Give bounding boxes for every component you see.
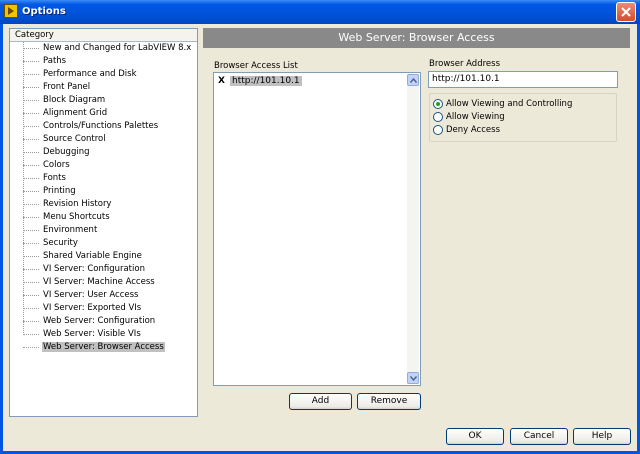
remove-button[interactable]: Remove xyxy=(357,393,421,410)
category-header: Category xyxy=(10,29,197,42)
category-item-label: Alignment Grid xyxy=(43,108,108,118)
category-item[interactable]: Security xyxy=(10,237,197,250)
deny-access-radio[interactable]: Deny Access xyxy=(433,124,500,136)
radio-icon xyxy=(433,125,443,135)
category-item[interactable]: Front Panel xyxy=(10,81,197,94)
browser-address-label: Browser Address xyxy=(429,59,500,69)
category-item[interactable]: Alignment Grid xyxy=(10,107,197,120)
radio-label: Deny Access xyxy=(446,125,500,135)
access-options: Allow Viewing and Controlling Allow View… xyxy=(429,93,617,142)
radio-label: Allow Viewing and Controlling xyxy=(446,99,573,109)
category-item[interactable]: Menu Shortcuts xyxy=(10,211,197,224)
close-button[interactable] xyxy=(616,2,636,22)
scroll-down-button[interactable] xyxy=(407,372,419,384)
category-item[interactable]: Colors xyxy=(10,159,197,172)
access-marker: X xyxy=(218,76,225,86)
category-item[interactable]: Controls/Functions Palettes xyxy=(10,120,197,133)
category-item[interactable]: Paths xyxy=(10,55,197,68)
category-item-label: VI Server: User Access xyxy=(43,290,139,300)
window-title: Options xyxy=(22,6,66,17)
ok-button[interactable]: OK xyxy=(446,428,504,445)
category-item-label: VI Server: Exported VIs xyxy=(43,303,142,313)
category-item-label: Paths xyxy=(43,56,67,66)
add-button[interactable]: Add xyxy=(289,393,352,410)
radio-icon xyxy=(433,99,443,109)
category-item[interactable]: Debugging xyxy=(10,146,197,159)
allow-viewing-radio[interactable]: Allow Viewing xyxy=(433,111,505,123)
access-list-item[interactable]: Xhttp://101.10.1 xyxy=(218,75,302,87)
title-bar[interactable]: Options xyxy=(0,0,640,24)
category-item[interactable]: VI Server: Machine Access xyxy=(10,276,197,289)
scroll-up-button[interactable] xyxy=(407,74,419,86)
radio-label: Allow Viewing xyxy=(446,112,505,122)
category-item[interactable]: Performance and Disk xyxy=(10,68,197,81)
category-item-label: Printing xyxy=(43,186,76,196)
category-item-label: VI Server: Configuration xyxy=(43,264,145,274)
category-item-label: Environment xyxy=(43,225,98,235)
category-item-label: Web Server: Visible VIs xyxy=(43,329,141,339)
allow-viewing-and-controlling-radio[interactable]: Allow Viewing and Controlling xyxy=(433,98,572,110)
category-item-label: Web Server: Browser Access xyxy=(42,342,165,352)
category-item[interactable]: New and Changed for LabVIEW 8.x xyxy=(10,42,197,55)
category-item-label: Source Control xyxy=(43,134,106,144)
category-item[interactable]: Web Server: Browser Access xyxy=(10,341,197,354)
category-item[interactable]: VI Server: Configuration xyxy=(10,263,197,276)
category-item-label: Fonts xyxy=(43,173,66,183)
labview-icon xyxy=(4,4,18,18)
category-item[interactable]: Web Server: Visible VIs xyxy=(10,328,197,341)
help-button[interactable]: Help xyxy=(573,428,631,445)
category-item[interactable]: Fonts xyxy=(10,172,197,185)
browser-access-list[interactable]: Xhttp://101.10.1 xyxy=(213,72,421,386)
list-scrollbar[interactable] xyxy=(407,74,419,384)
category-item-label: Front Panel xyxy=(43,82,91,92)
window-border-left xyxy=(0,24,3,454)
category-item-label: Menu Shortcuts xyxy=(43,212,110,222)
category-item[interactable]: Source Control xyxy=(10,133,197,146)
panel-title: Web Server: Browser Access xyxy=(203,28,630,48)
category-tree[interactable]: Category New and Changed for LabVIEW 8.x… xyxy=(9,28,198,417)
browser-address-input[interactable]: http://101.10.1 xyxy=(428,71,618,88)
chevron-down-icon xyxy=(409,375,417,381)
cancel-button[interactable]: Cancel xyxy=(510,428,568,445)
category-item-label: Colors xyxy=(43,160,70,170)
category-item-label: VI Server: Machine Access xyxy=(43,277,155,287)
category-item[interactable]: VI Server: Exported VIs xyxy=(10,302,197,315)
category-item[interactable]: Printing xyxy=(10,185,197,198)
category-list: New and Changed for LabVIEW 8.x Paths Perf… xyxy=(10,42,197,354)
category-item-label: New and Changed for LabVIEW 8.x xyxy=(43,43,192,53)
category-item-label: Controls/Functions Palettes xyxy=(43,121,159,131)
radio-icon xyxy=(433,112,443,122)
category-item[interactable]: Block Diagram xyxy=(10,94,197,107)
category-item-label: Web Server: Configuration xyxy=(43,316,156,326)
access-list-label: Browser Access List xyxy=(214,61,298,71)
category-item-label: Debugging xyxy=(43,147,90,157)
close-icon xyxy=(621,7,631,17)
access-list-url: http://101.10.1 xyxy=(230,76,302,86)
category-item[interactable]: Environment xyxy=(10,224,197,237)
category-item-label: Block Diagram xyxy=(43,95,106,105)
category-item[interactable]: VI Server: User Access xyxy=(10,289,197,302)
chevron-up-icon xyxy=(409,77,417,83)
category-item-label: Shared Variable Engine xyxy=(43,251,142,261)
category-item[interactable]: Revision History xyxy=(10,198,197,211)
category-item-label: Revision History xyxy=(43,199,112,209)
category-item[interactable]: Web Server: Configuration xyxy=(10,315,197,328)
category-item-label: Performance and Disk xyxy=(43,69,137,79)
category-item[interactable]: Shared Variable Engine xyxy=(10,250,197,263)
category-item-label: Security xyxy=(43,238,78,248)
